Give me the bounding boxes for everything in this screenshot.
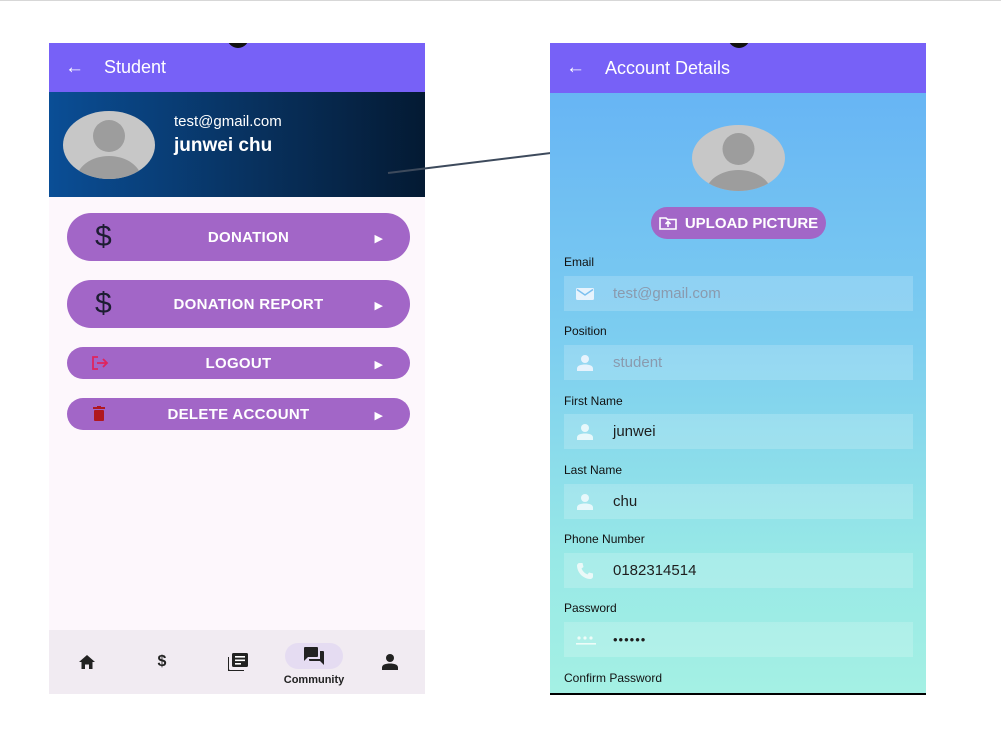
- upload-picture-label: UPLOAD PICTURE: [684, 214, 819, 232]
- first-name-label: First Name: [564, 394, 623, 408]
- donation-report-label: DONATION REPORT: [173, 296, 324, 313]
- chevron-right-icon: ▶: [374, 233, 383, 245]
- last-name-value: chu: [613, 493, 638, 510]
- nav-news[interactable]: [208, 630, 268, 694]
- top-divider: [0, 0, 1001, 1]
- nav-profile[interactable]: [360, 630, 420, 694]
- app-bar: ← Account Details: [550, 43, 926, 93]
- position-label: Position: [564, 324, 607, 338]
- person-icon: [577, 494, 593, 510]
- password-icon: [576, 636, 596, 645]
- last-name-field[interactable]: chu: [564, 484, 913, 519]
- profile-name: junwei chu: [174, 135, 273, 156]
- password-label: Password: [564, 601, 617, 615]
- password-value: ••••••: [613, 632, 647, 647]
- person-icon: [577, 424, 593, 440]
- back-arrow-icon[interactable]: ←: [65, 57, 93, 79]
- person-icon: [382, 654, 398, 670]
- forum-icon: [304, 646, 324, 665]
- profile-email: test@gmail.com: [174, 113, 282, 130]
- logout-button[interactable]: LOGOUT ▶: [67, 347, 410, 379]
- nav-community[interactable]: Community: [284, 630, 344, 694]
- back-arrow-icon[interactable]: ←: [566, 57, 594, 79]
- chevron-right-icon: ▶: [374, 300, 383, 312]
- password-field[interactable]: ••••••: [564, 622, 913, 657]
- nav-donation[interactable]: $: [132, 630, 192, 694]
- home-icon: [79, 655, 95, 669]
- donation-button[interactable]: $ DONATION ▶: [67, 213, 410, 261]
- email-label: Email: [564, 255, 595, 269]
- phone-number-value: 0182314514: [613, 562, 697, 579]
- mail-icon: [576, 288, 594, 300]
- last-name-label: Last Name: [564, 463, 623, 477]
- chevron-right-icon: ▶: [374, 359, 383, 371]
- donation-report-button[interactable]: $ DONATION REPORT ▶: [67, 280, 410, 328]
- first-name-value: junwei: [613, 423, 656, 440]
- upload-folder-icon: [659, 217, 677, 230]
- person-icon: [577, 355, 593, 371]
- page-title: Account Details: [605, 57, 731, 78]
- app-bar: ← Student: [49, 43, 425, 92]
- account-details-screen: ← Account Details UPLOAD PICTURE Email t…: [550, 43, 926, 695]
- delete-account-label: DELETE ACCOUNT: [167, 406, 310, 423]
- page-title: Student: [104, 57, 167, 77]
- email-field[interactable]: test@gmail.com: [564, 276, 913, 311]
- nav-community-label: Community: [283, 673, 345, 686]
- email-value: test@gmail.com: [613, 285, 721, 302]
- donation-label: DONATION: [207, 229, 290, 246]
- position-field[interactable]: student: [564, 345, 913, 380]
- nav-home[interactable]: [57, 630, 117, 694]
- delete-account-button[interactable]: DELETE ACCOUNT ▶: [67, 398, 410, 430]
- confirm-password-label: Confirm Password: [564, 671, 663, 685]
- profile-header: test@gmail.com junwei chu: [49, 92, 425, 197]
- phone-number-label: Phone Number: [564, 532, 645, 546]
- logout-label: LOGOUT: [205, 355, 272, 372]
- bottom-navigation: $ Community: [49, 630, 425, 694]
- nav-active-indicator: [285, 642, 343, 669]
- avatar-placeholder-icon: [692, 125, 785, 191]
- upload-picture-button[interactable]: UPLOAD PICTURE: [651, 207, 826, 239]
- avatar-placeholder-icon: [63, 111, 155, 179]
- chevron-right-icon: ▶: [374, 410, 383, 422]
- phone-icon: [577, 563, 593, 579]
- first-name-field[interactable]: junwei: [564, 414, 913, 449]
- news-icon: [228, 653, 248, 671]
- dollar-icon: $: [157, 653, 167, 670]
- student-screen: ← Student test@gmail.com junwei chu $ DO…: [49, 43, 425, 694]
- position-value: student: [613, 354, 663, 371]
- phone-number-field[interactable]: 0182314514: [564, 553, 913, 588]
